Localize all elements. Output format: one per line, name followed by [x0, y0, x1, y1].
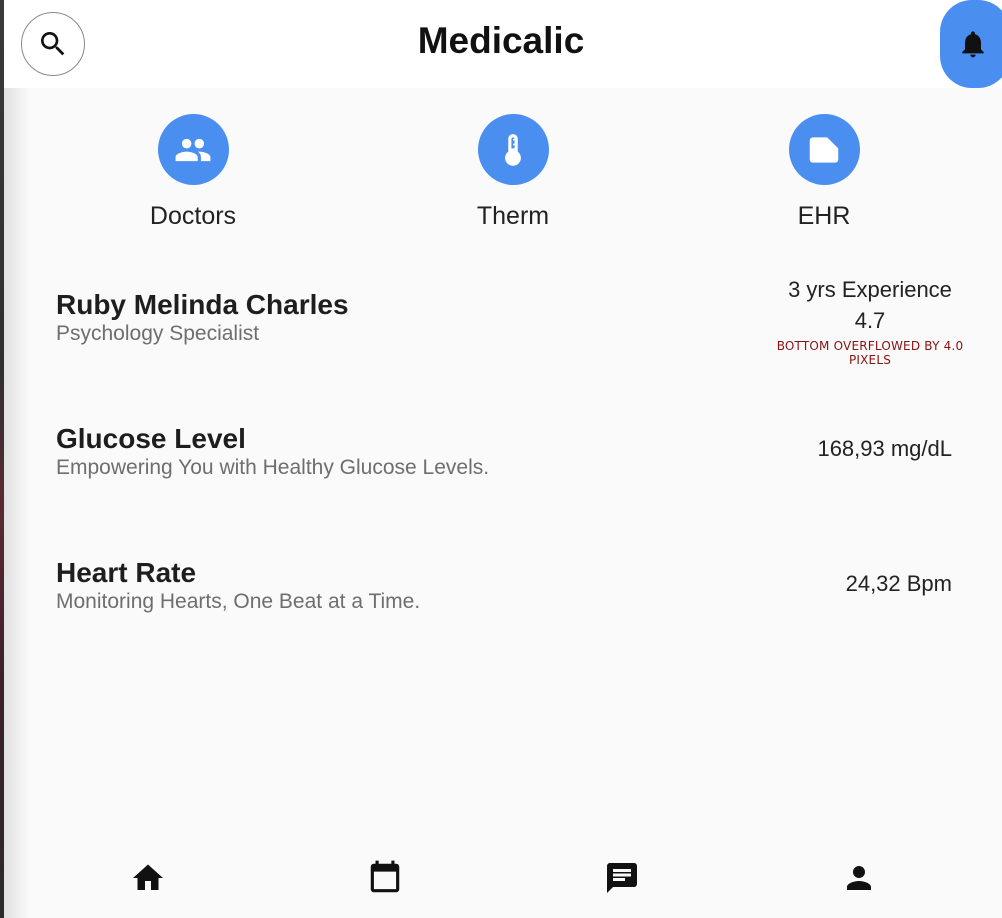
ehr-button[interactable] — [788, 114, 860, 185]
metric-subtitle: Empowering You with Healthy Glucose Leve… — [56, 456, 490, 479]
metric-title: Heart Rate — [56, 557, 197, 588]
folder-icon — [809, 136, 839, 163]
therm-button[interactable] — [477, 114, 549, 185]
quick-action-label: Therm — [476, 202, 550, 230]
overflow-warning: BOTTOM OVERFLOWED BY 4.0 PIXELS — [776, 339, 964, 367]
doctor-rating: 4.7 — [854, 308, 886, 333]
calendar-icon — [370, 860, 400, 893]
person-icon — [847, 866, 871, 890]
metric-value: 168,93 mg/dL — [817, 436, 952, 461]
doctors-button[interactable] — [157, 114, 229, 185]
quick-action-label: EHR — [797, 202, 851, 230]
nav-home[interactable] — [128, 858, 168, 898]
doctor-experience: 3 yrs Experience — [788, 277, 952, 302]
doctor-specialty: Psychology Specialist — [56, 322, 260, 345]
nav-calendar[interactable] — [365, 858, 405, 898]
chat-icon — [607, 863, 637, 893]
bottom-navigation — [4, 844, 1002, 918]
metric-subtitle: Monitoring Hearts, One Beat at a Time. — [56, 590, 421, 613]
app-window: Medicalic Doctors Therm EHR Ruby Melinda… — [0, 0, 1002, 918]
quick-action-label: Doctors — [149, 202, 237, 230]
glucose-card[interactable]: Glucose Level Empowering You with Health… — [56, 423, 952, 493]
thermometer-icon — [505, 133, 521, 166]
bell-icon — [962, 31, 984, 58]
nav-profile[interactable] — [839, 858, 879, 898]
quick-action-ehr[interactable]: EHR — [724, 114, 924, 231]
metric-value: 24,32 Bpm — [845, 571, 952, 596]
doctor-stats: 3 yrs Experience 4.7 BOTTOM OVERFLOWED B… — [760, 276, 980, 367]
quick-action-doctors[interactable]: Doctors — [93, 114, 293, 231]
group-icon — [175, 138, 211, 161]
page-title: Medicalic — [417, 20, 585, 61]
window-shadow — [4, 0, 30, 918]
metric-title: Glucose Level — [56, 423, 246, 454]
home-icon — [133, 864, 163, 890]
notifications-button[interactable] — [940, 0, 1002, 88]
nav-messages[interactable] — [602, 858, 642, 898]
quick-action-therm[interactable]: Therm — [413, 114, 613, 231]
heart-rate-card[interactable]: Heart Rate Monitoring Hearts, One Beat a… — [56, 557, 952, 627]
doctor-name: Ruby Melinda Charles — [56, 289, 349, 320]
